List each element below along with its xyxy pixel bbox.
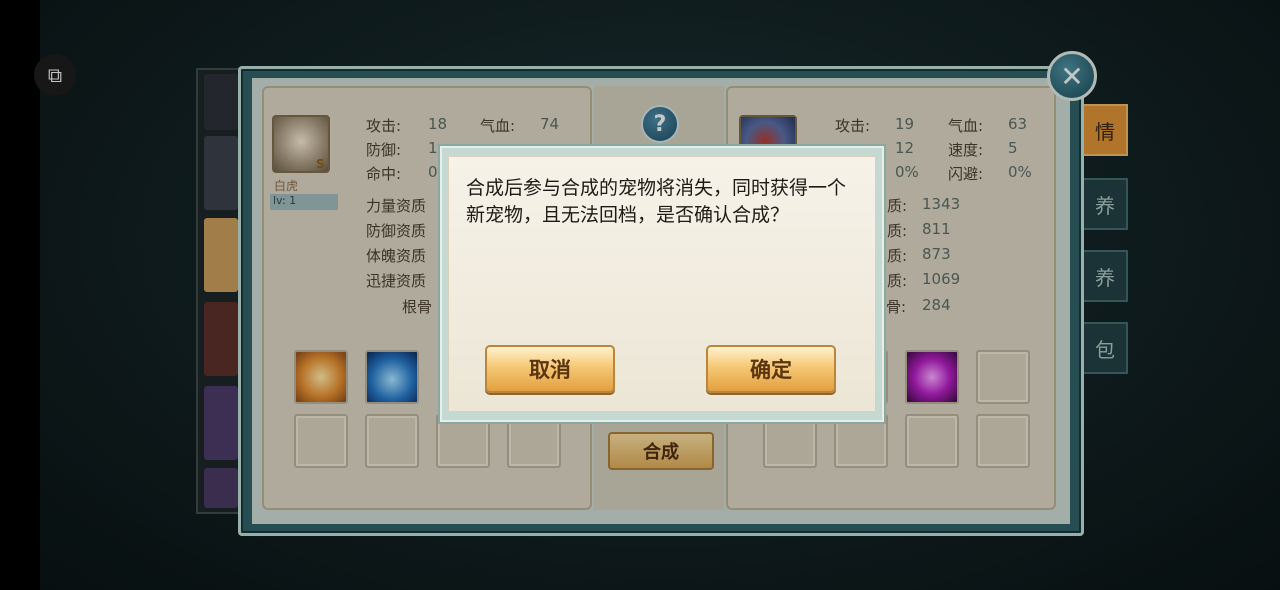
cancel-button[interactable]: 取消	[485, 345, 615, 393]
dialog-message: 合成后参与合成的宠物将消失，同时获得一个新宠物，且无法回档，是否确认合成？	[466, 177, 847, 226]
confirm-button[interactable]: 确定	[706, 345, 836, 393]
